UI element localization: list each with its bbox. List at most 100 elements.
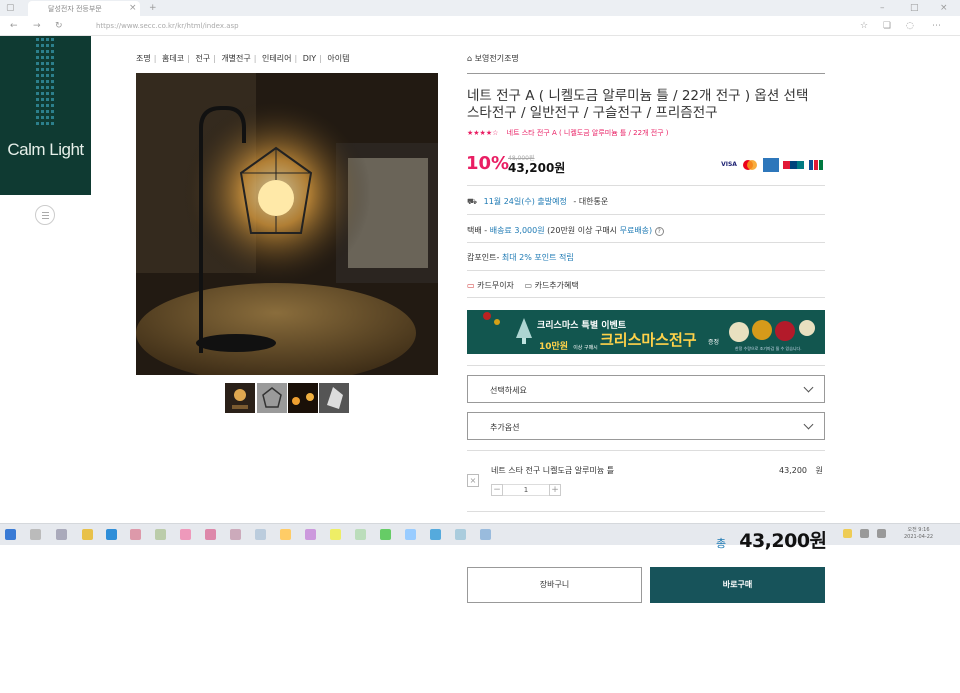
hamburger-menu-icon[interactable]	[35, 205, 55, 225]
tab-title: 달성전자 전등부문	[48, 5, 102, 13]
shipping-fee-line: 택배 - 배송료 3,000원 (20만원 이상 구매시 무료배송) ?	[467, 225, 664, 236]
chrome-icon[interactable]	[280, 529, 291, 540]
mastercard-icon	[741, 158, 759, 172]
divider	[467, 242, 825, 243]
product-subtitle: 네트 스타 전구 A ( 니켈도금 알루미늄 틀 / 22개 전구 )	[506, 129, 669, 137]
more-icon[interactable]: ⋯	[932, 21, 941, 31]
app-icon[interactable]	[305, 529, 316, 540]
app-icon[interactable]	[380, 529, 391, 540]
notification-icon[interactable]	[843, 529, 852, 538]
product-title: 네트 전구 A ( 니켈도금 알루미늄 틀 / 22개 전구 ) 옵션 선택 스…	[467, 88, 809, 121]
tab-actions-icon[interactable]: ▢	[6, 3, 15, 13]
app-icon[interactable]	[180, 529, 191, 540]
points-value: 최대 2% 포인트 적립	[501, 253, 574, 262]
banner-fine-print: 한정 수량으로 조기마감 될 수 있습니다.	[735, 346, 802, 351]
shipping-fee-label: 택배 -	[467, 226, 488, 235]
thumbnail-3[interactable]	[288, 383, 318, 413]
shipping-fee-note: (20만원 이상 구매시	[547, 226, 618, 235]
chevron-down-icon	[803, 382, 814, 393]
lamp-photo	[136, 73, 438, 375]
maximize-icon[interactable]: □	[910, 3, 919, 13]
add-to-cart-button[interactable]: 장바구니	[467, 567, 642, 603]
refresh-icon[interactable]: ↻	[55, 21, 63, 31]
app-icon[interactable]	[455, 529, 466, 540]
browser-tab[interactable]: 달성전자 전등부문	[28, 1, 140, 16]
nav-item-diy[interactable]: DIY	[303, 54, 316, 63]
free-shipping: 무료배송)	[619, 226, 653, 235]
nav-item-interior[interactable]: 인테리어	[262, 54, 291, 63]
app-icon[interactable]	[255, 529, 266, 540]
buy-now-button[interactable]: 바로구매	[650, 567, 825, 603]
visa-icon: VISA	[721, 161, 737, 168]
network-icon[interactable]	[860, 529, 869, 538]
url-text: https://www.secc.co.kr/kr/html/index.asp	[96, 22, 239, 30]
quantity-minus-button[interactable]: −	[491, 484, 503, 496]
christmas-event-banner[interactable]: 크리스마스 특별 이벤트 10만원 이상 구매시 크리스마스전구 증정 한정 수…	[467, 310, 825, 354]
task-view-icon[interactable]	[56, 529, 67, 540]
thumbnail-2[interactable]	[257, 383, 287, 413]
home-icon: ⌂	[467, 54, 473, 63]
card-icon: ▭	[467, 281, 475, 290]
new-tab-icon[interactable]: +	[149, 3, 157, 13]
volume-icon[interactable]	[877, 529, 886, 538]
minimize-icon[interactable]: –	[880, 3, 885, 13]
back-icon[interactable]: ←	[10, 21, 18, 31]
browser-tab-bar: ▢ 달성전자 전등부문 × + – □ ×	[0, 0, 960, 16]
forward-icon[interactable]: →	[33, 21, 41, 31]
thumbnail-photo	[288, 383, 318, 413]
app-icon[interactable]	[230, 529, 241, 540]
kakaotalk-icon[interactable]	[330, 529, 341, 540]
brand-link[interactable]: ⌂ 보영전기조명	[467, 53, 519, 64]
quantity-input[interactable]: 1	[503, 484, 549, 496]
additional-option-select[interactable]: 추가옵션	[467, 412, 825, 440]
app-icon[interactable]	[130, 529, 141, 540]
brand-name: 보영전기조명	[474, 54, 519, 63]
search-icon[interactable]	[30, 529, 41, 540]
truck-icon: ⛟	[467, 197, 478, 206]
vscode-icon[interactable]	[430, 529, 441, 540]
rating-line: ★★★★☆ 네트 스타 전구 A ( 니켈도금 알루미늄 틀 / 22개 전구 …	[467, 128, 669, 138]
nav-item-homedeco[interactable]: 홈데코	[162, 54, 184, 63]
edge-icon[interactable]	[106, 529, 117, 540]
shipping-fee: 배송료 3,000원	[489, 226, 545, 235]
favorites-icon[interactable]: ☆	[860, 21, 868, 31]
tab-close-icon[interactable]: ×	[129, 3, 137, 13]
profile-icon[interactable]: ◌	[906, 21, 914, 31]
unionpay-icon	[782, 158, 806, 172]
thumbnail-photo	[319, 383, 349, 413]
nav-item-single-bulbs[interactable]: 개별전구	[221, 54, 250, 63]
shipping-date: 11월 24일(수) 출발예정	[483, 197, 567, 206]
window-close-icon[interactable]: ×	[940, 3, 948, 13]
card-installment-link[interactable]: 카드무이자	[477, 281, 514, 290]
banner-condition-line: 10만원 이상 구매시	[539, 334, 598, 353]
app-icon[interactable]	[355, 529, 366, 540]
site-logo[interactable]: Calm Light	[0, 36, 91, 195]
nav-item-items[interactable]: 아이템	[327, 54, 349, 63]
quantity-plus-button[interactable]: +	[549, 484, 561, 496]
app-icon[interactable]	[155, 529, 166, 540]
divider	[467, 297, 825, 298]
browser-toolbar: ← → ↻ https://www.secc.co.kr/kr/html/ind…	[0, 16, 960, 36]
remove-option-button[interactable]: ×	[467, 474, 479, 487]
card-extra-link[interactable]: 카드추가혜택	[535, 281, 579, 290]
divider	[467, 450, 825, 451]
nav-item-lighting[interactable]: 조명	[136, 54, 151, 63]
start-icon[interactable]	[5, 529, 16, 540]
help-icon[interactable]: ?	[654, 227, 664, 236]
system-clock[interactable]: 오전 9:16 2021-04-22	[904, 527, 933, 541]
selected-option-name: 네트 스타 전구 니켈도금 알루미늄 틀	[491, 466, 615, 475]
collections-icon[interactable]: ❏	[883, 21, 891, 31]
product-main-image[interactable]	[136, 73, 438, 375]
thumbnail-4[interactable]	[319, 383, 349, 413]
thumbnail-1[interactable]	[225, 383, 255, 413]
address-bar[interactable]: https://www.secc.co.kr/kr/html/index.asp	[82, 19, 842, 33]
banner-gift: 증정	[708, 339, 720, 346]
divider	[467, 365, 825, 366]
nav-item-bulbs[interactable]: 전구	[195, 54, 210, 63]
app-icon[interactable]	[205, 529, 216, 540]
app-icon[interactable]	[480, 529, 491, 540]
app-icon[interactable]	[405, 529, 416, 540]
total-price: 총 43,200원	[716, 526, 827, 553]
file-explorer-icon[interactable]	[82, 529, 93, 540]
option-select[interactable]: 선택하세요	[467, 375, 825, 403]
